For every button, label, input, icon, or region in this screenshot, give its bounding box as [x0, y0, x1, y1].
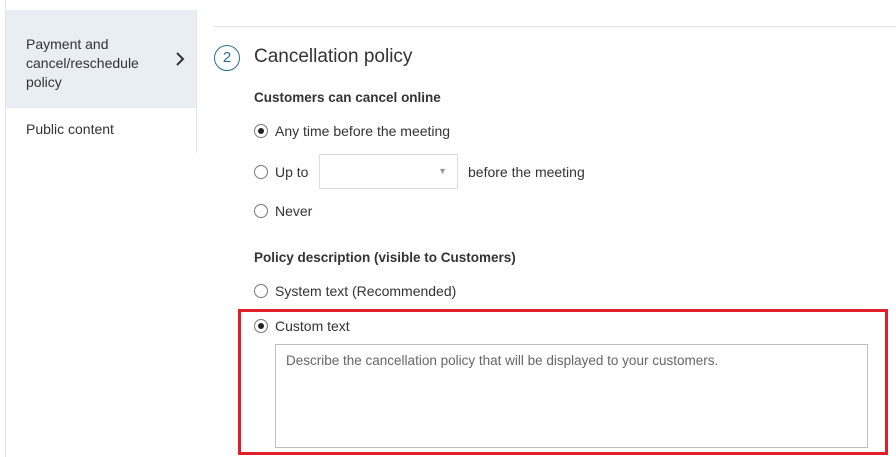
radio-any-time[interactable] — [254, 124, 268, 138]
radio-up-to-label[interactable]: Up to — [275, 164, 308, 180]
radio-system-text[interactable] — [254, 284, 268, 298]
divider — [214, 26, 896, 27]
radio-never-label[interactable]: Never — [275, 203, 312, 219]
sidebar-item-label: Payment and cancel/reschedule policy — [26, 36, 139, 90]
radio-system-text-label[interactable]: System text (Recommended) — [275, 283, 456, 299]
cancel-online-heading: Customers can cancel online — [254, 90, 441, 105]
policy-description-textarea[interactable] — [275, 344, 868, 448]
sidebar-item-label: Public content — [26, 121, 114, 137]
chevron-right-icon — [176, 52, 185, 66]
radio-never[interactable] — [254, 204, 268, 218]
policy-description-heading: Policy description (visible to Customers… — [254, 250, 516, 265]
radio-custom-text[interactable] — [254, 319, 268, 333]
caret-down-icon: ▼ — [438, 166, 447, 176]
cancel-time-select[interactable]: ▼ — [319, 154, 458, 189]
radio-up-to[interactable] — [254, 165, 268, 179]
before-meeting-label: before the meeting — [468, 164, 585, 180]
sidebar-item-public-content[interactable]: Public content — [6, 108, 196, 153]
sidebar-item-payment-policy[interactable]: Payment and cancel/reschedule policy — [6, 10, 196, 108]
section-title: Cancellation policy — [254, 46, 413, 67]
sidebar: Payment and cancel/reschedule policy Pub… — [6, 10, 197, 153]
step-number-badge: 2 — [214, 45, 240, 71]
radio-custom-text-label[interactable]: Custom text — [275, 318, 350, 334]
radio-any-time-label[interactable]: Any time before the meeting — [275, 123, 450, 139]
